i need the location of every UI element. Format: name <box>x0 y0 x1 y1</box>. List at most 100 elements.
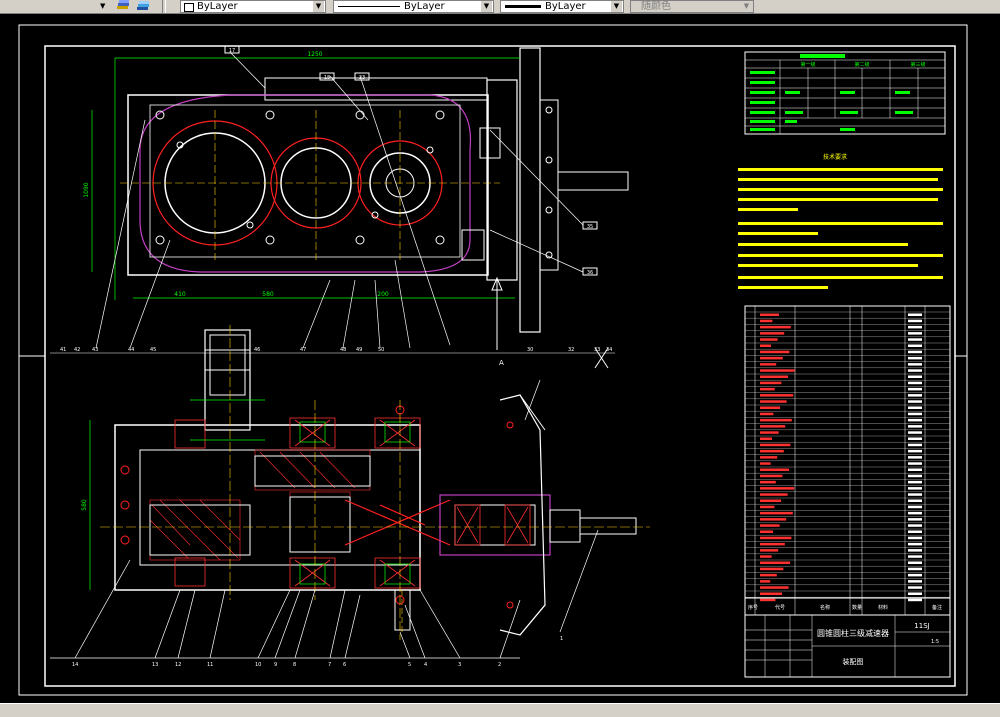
parts-row-mark <box>908 524 922 527</box>
linetype-control-value: ByLayer <box>404 1 445 12</box>
properties-toolbar: ▼ ByLayer ▼ ByLayer ▼ ByLayer ▼ 随颜色 ▼ <box>0 0 1000 14</box>
svg-text:11: 11 <box>207 662 213 668</box>
parts-row-mark <box>760 592 782 595</box>
parts-row-mark <box>908 394 922 397</box>
lineweight-control[interactable]: ByLayer ▼ <box>500 0 624 13</box>
svg-text:45: 45 <box>150 347 156 353</box>
parts-header-code: 代号 <box>775 604 785 611</box>
layer-state-icon[interactable] <box>136 0 150 13</box>
parts-row-mark <box>760 369 795 372</box>
parts-header-remark: 备注 <box>932 604 942 611</box>
parts-row-mark <box>908 338 922 341</box>
parts-row-mark <box>760 468 789 471</box>
svg-text:A: A <box>499 359 504 367</box>
parts-row-mark <box>760 356 783 360</box>
parts-row-mark <box>908 493 922 496</box>
svg-text:42: 42 <box>74 347 80 353</box>
parts-row-mark <box>908 344 922 347</box>
dim-bottom-a: 410 <box>174 291 186 298</box>
parts-row-mark <box>908 375 922 378</box>
parts-row-mark <box>760 418 792 422</box>
parts-row-mark <box>908 505 922 509</box>
parts-row-mark <box>760 499 781 502</box>
chevron-down-icon[interactable]: ▼ <box>313 1 324 12</box>
parts-row-mark <box>760 313 779 316</box>
chevron-down-icon[interactable]: ▼ <box>100 0 105 12</box>
parts-row-mark <box>908 573 922 577</box>
svg-text:3: 3 <box>458 662 461 668</box>
drawing-title: 圆锥圆柱三级减速器 <box>817 628 889 638</box>
parts-row-mark <box>760 549 779 552</box>
parts-row-mark <box>760 325 791 329</box>
gear-parameter-table: 第一级 第二级 第三级 <box>744 51 946 135</box>
parts-row-mark <box>908 425 922 428</box>
parts-row-mark <box>760 573 777 577</box>
parts-row-mark <box>908 325 922 329</box>
parts-row-mark <box>760 449 784 453</box>
parts-row-mark <box>760 487 795 490</box>
svg-text:14: 14 <box>72 662 78 668</box>
svg-text:49: 49 <box>356 347 362 353</box>
linetype-control[interactable]: ByLayer ▼ <box>333 0 494 13</box>
parts-row-mark <box>760 319 773 323</box>
parts-row-mark <box>760 406 780 409</box>
svg-text:8: 8 <box>293 662 296 668</box>
parts-row-mark <box>760 431 779 434</box>
toolbar-separator <box>162 0 166 13</box>
color-control-value: ByLayer <box>197 1 238 12</box>
svg-text:4: 4 <box>424 662 427 668</box>
lineweight-control-value: ByLayer <box>545 1 586 12</box>
parts-row-mark <box>908 456 922 459</box>
svg-text:13: 13 <box>152 662 158 668</box>
parts-row-mark <box>760 344 771 347</box>
technical-notes: 技术要求 <box>738 153 943 289</box>
parts-row-mark <box>760 338 778 341</box>
parts-row-mark <box>908 530 922 533</box>
parts-row-mark <box>908 363 922 366</box>
dim-top: 1250 <box>307 51 322 58</box>
svg-text:30: 30 <box>527 347 533 353</box>
parts-row-mark <box>908 518 922 521</box>
parts-row-mark <box>908 561 922 564</box>
callout-17: 17 <box>229 48 235 54</box>
lineweight-preview-icon <box>505 5 541 8</box>
parts-row-mark <box>908 356 922 360</box>
dim-bottom-b: 580 <box>262 291 274 298</box>
plotstyle-control-value: 随颜色 <box>641 1 671 12</box>
svg-text:48: 48 <box>340 347 346 353</box>
parts-row-mark <box>908 586 922 589</box>
gear-table-header-2: 第二级 <box>854 61 869 68</box>
plotstyle-control[interactable]: 随颜色 ▼ <box>630 0 754 13</box>
drawing-scale: 1:5 <box>931 639 939 645</box>
callout-36: 36 <box>587 270 593 276</box>
parts-row-mark <box>908 536 922 540</box>
parts-row-mark <box>908 480 922 484</box>
parts-row-mark <box>908 443 922 447</box>
parts-row-mark <box>760 350 790 354</box>
layer-manager-icon[interactable] <box>116 0 130 13</box>
parts-header-material: 材料 <box>878 604 888 611</box>
parts-row-mark <box>760 536 792 540</box>
parts-row-mark <box>908 406 922 409</box>
svg-text:41: 41 <box>60 347 66 353</box>
parts-row-mark <box>908 431 922 434</box>
chevron-down-icon[interactable]: ▼ <box>481 1 492 12</box>
layer-combo-tail[interactable]: ▼ <box>0 0 112 13</box>
chevron-down-icon[interactable]: ▼ <box>741 1 752 12</box>
parts-row-mark <box>760 381 782 385</box>
parts-row-mark <box>908 549 922 552</box>
color-control[interactable]: ByLayer ▼ <box>180 0 326 13</box>
parts-row-mark <box>760 598 776 602</box>
status-bar <box>0 703 1000 717</box>
svg-text:46: 46 <box>254 347 260 353</box>
parts-row-mark <box>760 530 773 533</box>
front-section-view: 580 14 13 12 11 10 9 8 7 6 5 4 3 2 1 <box>50 325 650 668</box>
parts-row-mark <box>908 567 922 571</box>
parts-row-mark <box>908 542 922 546</box>
chevron-down-icon[interactable]: ▼ <box>611 1 622 12</box>
drawing-canvas[interactable]: 1250 1090 410 580 200 17 18 23 35 36 A 4… <box>0 14 1000 702</box>
parts-row-mark <box>908 487 922 490</box>
parts-row-mark <box>760 437 772 440</box>
svg-text:7: 7 <box>328 662 331 668</box>
parts-row-mark <box>760 505 775 509</box>
